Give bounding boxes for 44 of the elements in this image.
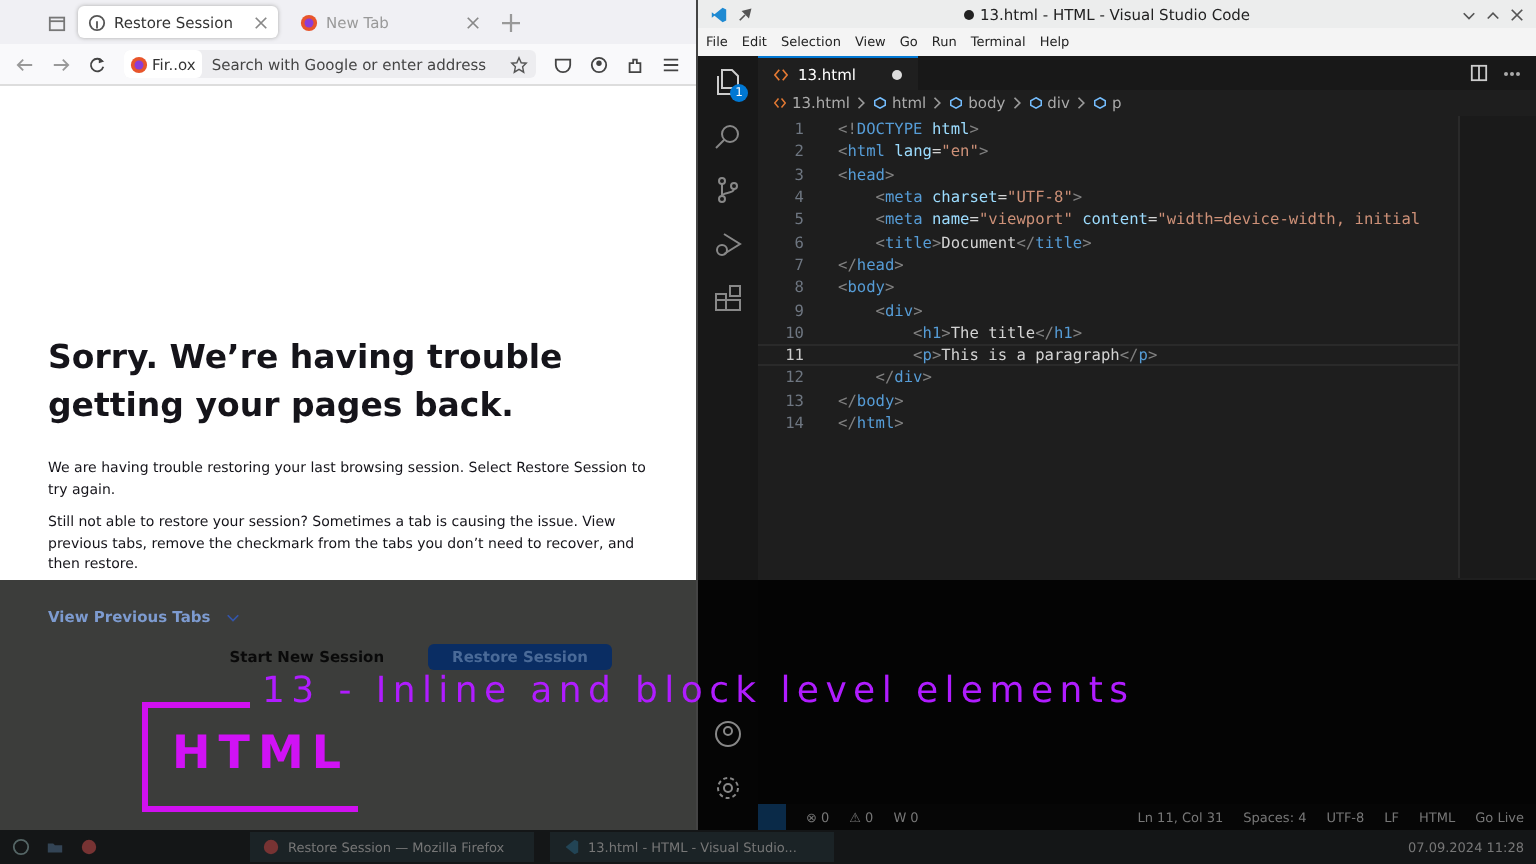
- unsaved-dot-icon: [963, 9, 974, 19]
- html-file-icon: [774, 96, 786, 110]
- account-icon[interactable]: [714, 720, 742, 748]
- html-logo-text: HTML: [172, 728, 349, 780]
- browser-logo-icon: [130, 55, 148, 73]
- settings-icon[interactable]: [714, 774, 742, 802]
- close-icon[interactable]: [1510, 7, 1524, 21]
- chevron-icon: [1011, 96, 1024, 110]
- vscode-logo-icon: [562, 838, 580, 856]
- reload-icon[interactable]: [88, 55, 106, 73]
- search-icon[interactable]: [714, 122, 742, 150]
- forward-icon[interactable]: [52, 55, 70, 73]
- element-icon: [1093, 96, 1106, 110]
- element-icon: [1029, 96, 1042, 110]
- extensions-icon[interactable]: [626, 55, 644, 73]
- chevron-icon: [856, 96, 869, 110]
- start-menu-icon[interactable]: [12, 838, 30, 856]
- tab-list-icon[interactable]: [48, 13, 66, 31]
- element-icon: [950, 96, 963, 110]
- account-icon[interactable]: [590, 55, 608, 73]
- pocket-icon[interactable]: [554, 55, 572, 73]
- page-heading: Sorry. We’re having trouble getting your pages back.: [48, 336, 565, 428]
- close-icon[interactable]: [466, 15, 480, 29]
- minimize-icon[interactable]: [1462, 7, 1476, 21]
- element-icon: [874, 96, 887, 110]
- star-icon[interactable]: [510, 55, 528, 73]
- html-file-icon: [774, 67, 788, 81]
- chevron-icon: [1075, 96, 1088, 110]
- pin-icon[interactable]: [738, 7, 752, 21]
- explorer-icon[interactable]: [714, 68, 742, 96]
- extensions-icon[interactable]: [714, 284, 742, 312]
- maximize-icon[interactable]: [1486, 7, 1500, 21]
- vscode-logo-icon: [710, 5, 728, 23]
- run-debug-icon[interactable]: [714, 230, 742, 258]
- back-icon[interactable]: [16, 55, 34, 73]
- browser-logo-icon: [262, 838, 280, 856]
- chevron-icon: [932, 96, 945, 110]
- close-icon[interactable]: [254, 15, 268, 29]
- menu-icon[interactable]: [662, 55, 680, 73]
- browser-logo-icon: [300, 13, 318, 31]
- info-icon: [88, 13, 106, 31]
- source-control-icon[interactable]: [714, 176, 742, 204]
- split-editor-icon[interactable]: [1470, 64, 1488, 82]
- video-title: 13 - Inline and block level elements: [262, 670, 1135, 712]
